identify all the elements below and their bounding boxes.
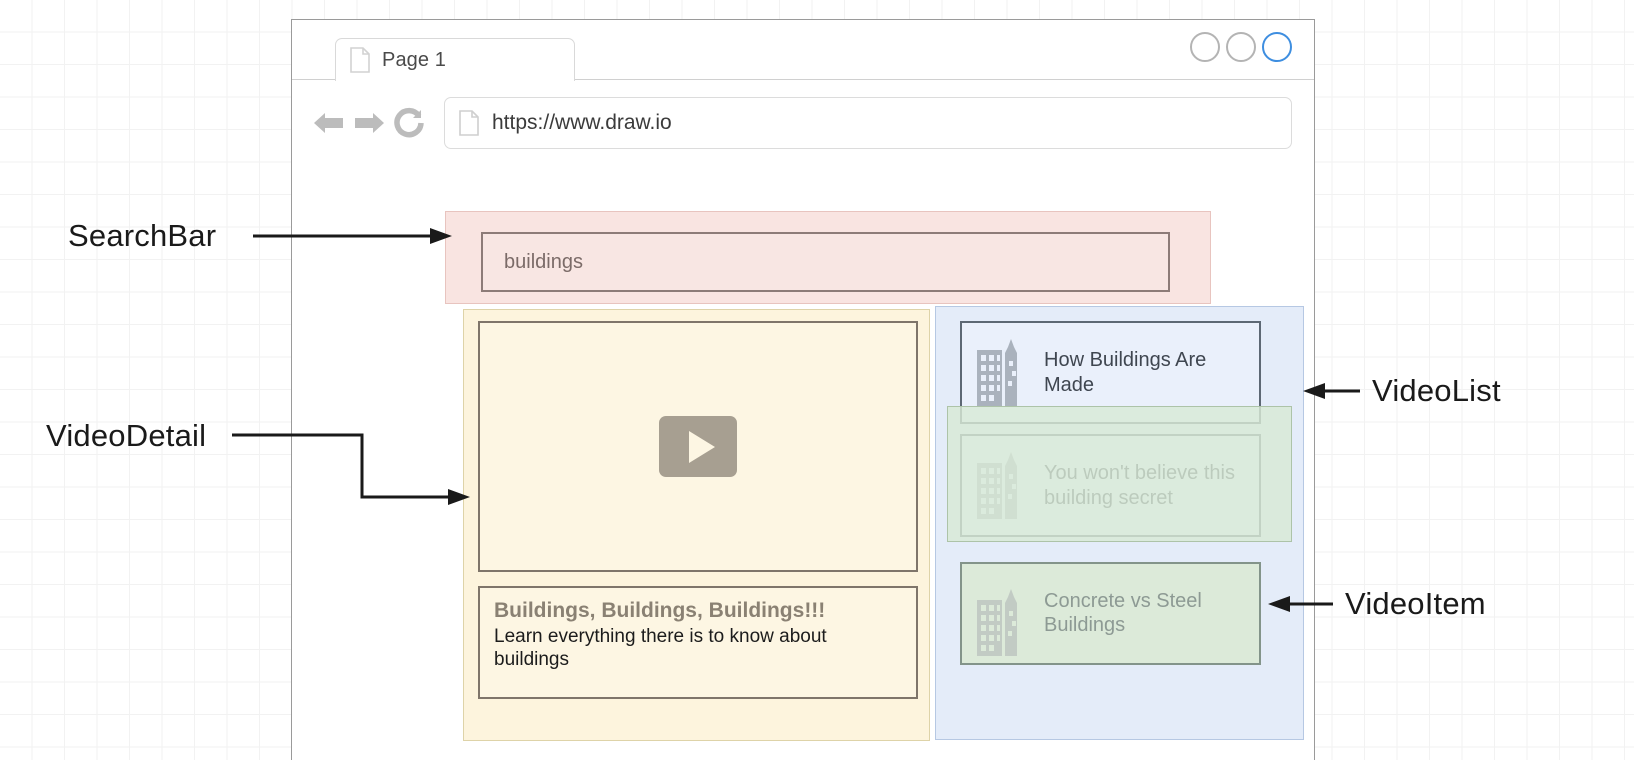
tab-strip: Page 1 bbox=[292, 20, 1314, 81]
page-document-icon bbox=[459, 109, 479, 136]
annotation-label-videodetail: VideoDetail bbox=[46, 418, 207, 453]
back-arrow-icon[interactable] bbox=[312, 106, 346, 140]
annotation-label-videolist: VideoList bbox=[1372, 373, 1501, 408]
window-dot-1[interactable] bbox=[1190, 32, 1220, 62]
forward-arrow-icon[interactable] bbox=[352, 106, 386, 140]
videoitem-component bbox=[947, 406, 1292, 542]
video-description: Learn everything there is to know about … bbox=[494, 625, 827, 670]
annotation-label-searchbar: SearchBar bbox=[68, 218, 217, 253]
list-item[interactable]: Concrete vs Steel Buildings bbox=[960, 562, 1261, 665]
annotation-label-videoitem: VideoItem bbox=[1345, 586, 1486, 621]
window-dot-3[interactable] bbox=[1262, 32, 1292, 62]
list-item-title: Concrete vs Steel Buildings bbox=[1044, 590, 1202, 637]
searchbar-component: buildings bbox=[445, 211, 1211, 304]
page-content: buildings Buildings, Buildings, Building… bbox=[292, 165, 1314, 760]
video-player[interactable] bbox=[478, 321, 918, 572]
buildings-icon bbox=[976, 339, 1024, 406]
window-controls bbox=[1190, 32, 1292, 62]
video-title: Buildings, Buildings, Buildings!!! bbox=[494, 599, 826, 622]
video-info-panel: Buildings, Buildings, Buildings!!! Learn… bbox=[478, 586, 918, 699]
tab-page-1[interactable]: Page 1 bbox=[335, 38, 575, 81]
url-text: https://www.draw.io bbox=[492, 110, 672, 134]
play-button-icon[interactable] bbox=[659, 416, 737, 477]
buildings-icon bbox=[976, 589, 1024, 656]
videodetail-component: Buildings, Buildings, Buildings!!! Learn… bbox=[463, 309, 930, 741]
tab-label: Page 1 bbox=[382, 48, 446, 71]
browser-window-mockup: Page 1 https://www.draw.io buildings Bui… bbox=[291, 19, 1315, 760]
window-dot-2[interactable] bbox=[1226, 32, 1256, 62]
browser-toolbar: https://www.draw.io bbox=[292, 80, 1314, 165]
reload-icon[interactable] bbox=[392, 106, 426, 140]
list-item-title: How Buildings Are Made bbox=[1044, 349, 1207, 396]
search-input[interactable]: buildings bbox=[481, 232, 1170, 292]
play-triangle bbox=[688, 430, 715, 463]
url-bar[interactable]: https://www.draw.io bbox=[444, 96, 1292, 149]
page-document-icon bbox=[350, 47, 370, 73]
search-input-value: buildings bbox=[504, 250, 583, 273]
